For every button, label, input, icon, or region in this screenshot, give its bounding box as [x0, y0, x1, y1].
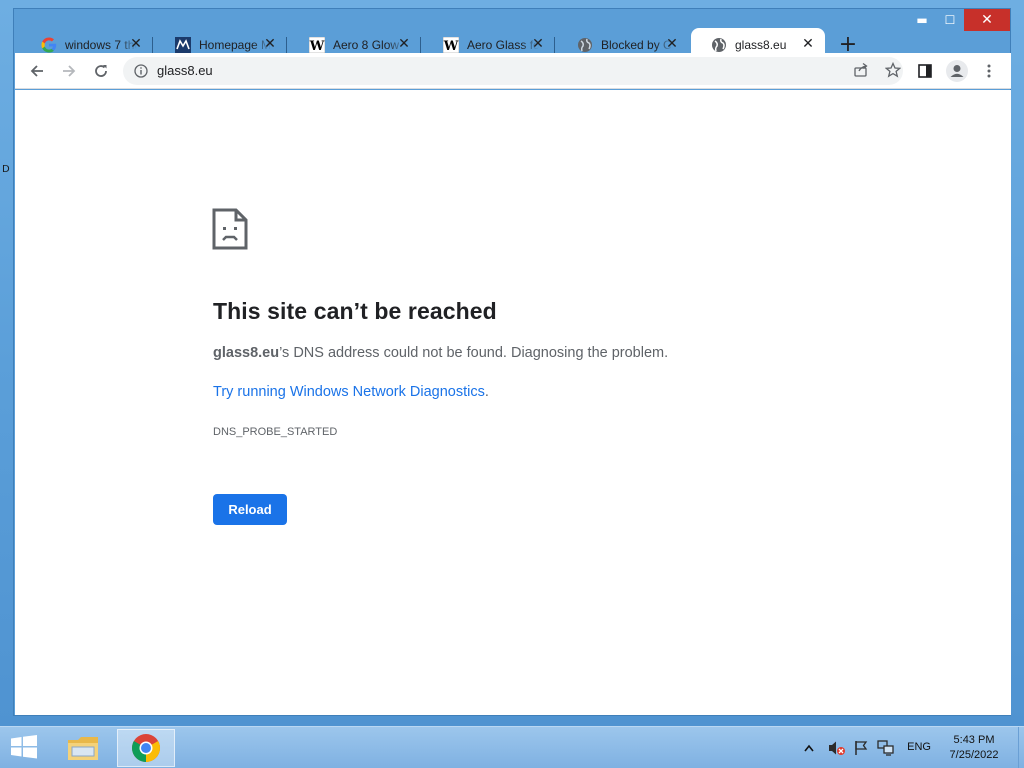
tab-title: Aero 8 Glow — [333, 37, 400, 52]
reload-button[interactable]: Reload — [213, 494, 287, 525]
tab-title: Aero Glass for Win8 — [467, 37, 539, 52]
close-icon[interactable]: ✕ — [665, 37, 679, 51]
svg-text:W: W — [309, 39, 325, 53]
svg-text:W: W — [443, 39, 459, 53]
diagnostics-line: Try running Windows Network Diagnostics. — [213, 384, 489, 400]
forward-arrow-icon — [63, 65, 76, 77]
taskbar: ENG 5:43 PM 7/25/2022 — [0, 726, 1024, 768]
taskbar-chrome[interactable] — [117, 729, 175, 767]
profile-button[interactable] — [945, 59, 969, 83]
close-icon[interactable]: ✕ — [531, 37, 545, 51]
back-arrow-icon — [30, 65, 43, 77]
start-button[interactable] — [10, 735, 40, 761]
clock-time: 5:43 PM — [953, 734, 995, 746]
error-code: DNS_PROBE_STARTED — [213, 426, 338, 438]
desktop-edge-glyph: D — [2, 164, 10, 175]
clock-date: 7/25/2022 — [949, 749, 999, 761]
tab-title: Homepage MSFN — [199, 37, 271, 52]
folder-icon — [68, 737, 98, 760]
bookmark-star-icon[interactable] — [884, 61, 903, 80]
avatar-icon — [946, 60, 968, 82]
error-title: This site can’t be reached — [213, 298, 497, 324]
error-description-text: ’s DNS address could not be found. Diagn… — [279, 345, 669, 361]
tab-title: Blocked by Chrome — [601, 37, 673, 52]
w-icon: W — [443, 36, 459, 53]
share-icon[interactable] — [853, 62, 871, 80]
tab-title: windows 7 theme — [65, 37, 137, 52]
forward-button[interactable] — [57, 59, 81, 83]
language-indicator[interactable]: ENG — [907, 741, 931, 753]
close-icon[interactable]: ✕ — [801, 37, 815, 51]
close-icon[interactable]: ✕ — [263, 37, 277, 51]
globe-icon — [577, 37, 593, 53]
menu-button[interactable] — [977, 59, 1001, 83]
chrome-icon — [132, 734, 160, 762]
taskbar-file-explorer[interactable] — [54, 729, 112, 767]
reload-toolbar-button[interactable] — [89, 59, 113, 83]
close-icon[interactable]: ✕ — [129, 37, 143, 51]
google-icon — [41, 37, 57, 53]
diagnostics-period: . — [484, 384, 489, 400]
tab-title: glass8.eu — [735, 37, 787, 52]
sad-document-icon — [212, 208, 248, 255]
show-desktop-button[interactable] — [1018, 727, 1024, 768]
browser-toolbar: glass8.eu — [15, 53, 1011, 89]
browser-window: ▬ ☐ ✕ windows 7 theme ✕ — [13, 8, 1011, 716]
windows-logo-icon — [11, 735, 37, 759]
error-description: glass8.eu’s DNS address could not be fou… — [213, 345, 668, 361]
error-host: glass8.eu — [213, 345, 280, 361]
w-icon: W — [309, 36, 325, 53]
volume-muted-icon[interactable] — [828, 739, 846, 757]
clock[interactable]: 5:43 PM 7/25/2022 — [942, 733, 1006, 763]
reload-icon — [95, 65, 107, 77]
side-panel-button[interactable] — [913, 59, 937, 83]
url-text: glass8.eu — [157, 63, 213, 78]
side-panel-icon — [918, 64, 932, 78]
network-icon[interactable] — [877, 739, 895, 757]
kebab-menu-icon — [987, 64, 991, 78]
address-bar[interactable]: glass8.eu — [123, 57, 903, 85]
action-center-flag-icon[interactable] — [852, 739, 870, 757]
back-button[interactable] — [25, 59, 49, 83]
page-content: This site can’t be reached glass8.eu’s D… — [15, 90, 1011, 715]
diagnostics-link[interactable]: Try running Windows Network Diagnostics — [213, 384, 485, 400]
close-icon[interactable]: ✕ — [397, 37, 411, 51]
tray-expand-icon[interactable] — [800, 739, 818, 757]
site-icon — [175, 36, 191, 53]
info-icon — [134, 64, 148, 78]
globe-icon — [711, 37, 727, 53]
